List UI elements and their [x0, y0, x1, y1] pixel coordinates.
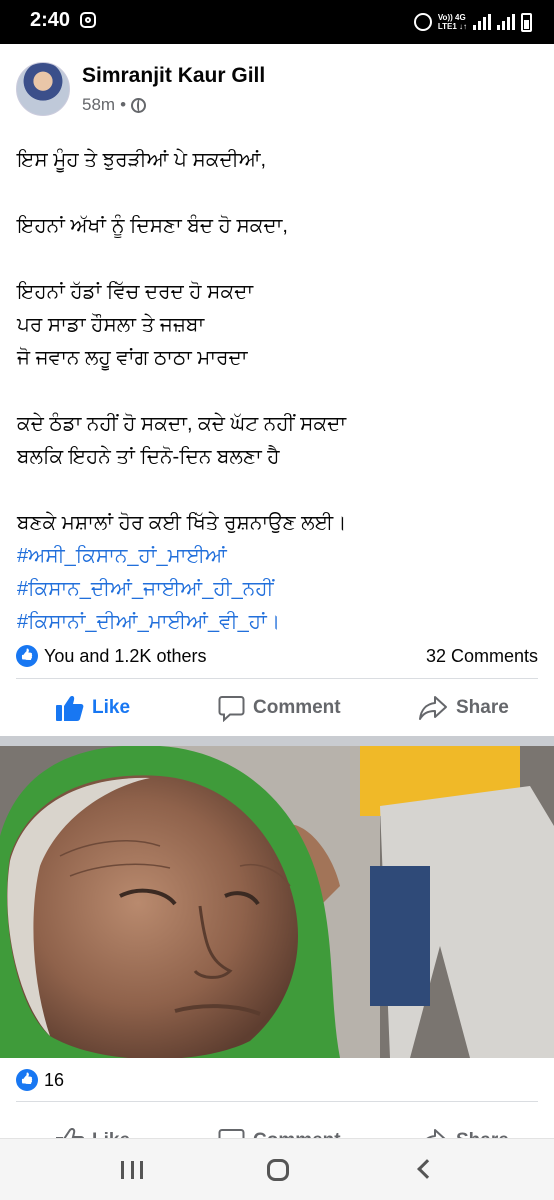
- network-line-2: LTE1 ↓↑: [437, 22, 467, 31]
- like-label: Like: [92, 697, 131, 718]
- text-line: ਕਦੇ ਠੰਡਾ ਨਹੀਂ ਹੋ ਸਕਦਾ, ਕਦੇ ਘੱਟ ਨਹੀਂ ਸਕਦਾ: [17, 413, 347, 435]
- post-actions-2: Like Comment Share: [0, 1108, 554, 1138]
- post-meta: 58m •: [82, 95, 147, 115]
- reactors-link[interactable]: You and 1.2K others: [44, 646, 206, 667]
- network-line-1: Vo)) 4G: [437, 13, 466, 22]
- comments-count-link[interactable]: 32 Comments: [426, 646, 538, 667]
- feed-separator: [0, 736, 554, 746]
- comment-button[interactable]: Comment: [218, 1116, 341, 1138]
- like-label: Like: [92, 1130, 130, 1138]
- text-line: ਬਲਕਿ ਇਹਨੇ ਤਾਂ ਦਿਨੋ-ਦਿਨ ਬਲਣਾ ਹੈ: [17, 446, 280, 468]
- share-label: Share: [456, 1130, 509, 1138]
- status-icons: Vo)) 4G LTE1 ↓↑: [413, 10, 532, 34]
- like-reaction-icon: [16, 1069, 38, 1091]
- like-button[interactable]: Like: [56, 683, 130, 733]
- stanza-3: ਇਹਨਾਂ ਹੱਡਾਂ ਵਿੱਚ ਦਰਦ ਹੋ ਸਕਦਾ ਪਰ ਸਾਡਾ ਹੌਸ…: [17, 276, 537, 375]
- signal-icon-2: [497, 14, 515, 30]
- battery-icon: [521, 12, 532, 32]
- text-line: ਪਰ ਸਾਡਾ ਹੌਸਲਾ ਤੇ ਜਜ਼ਬਾ: [17, 314, 205, 336]
- like-button[interactable]: Like: [56, 1116, 130, 1138]
- text-line: ਇਹਨਾਂ ਹੱਡਾਂ ਵਿੱਚ ਦਰਦ ਹੋ ਸਕਦਾ: [17, 281, 254, 303]
- alarm-icon: [413, 13, 432, 31]
- network-indicator: Vo)) 4G LTE1 ↓↑: [438, 13, 467, 31]
- instagram-icon: [80, 12, 96, 28]
- like-reaction-icon: [16, 645, 38, 667]
- stanza-2: ਇਹਨਾਂ ਅੱਖਾਂ ਨੂੰ ਦਿਸਣਾ ਬੰਦ ਹੋ ਸਕਦਾ,: [17, 210, 537, 243]
- text-line: ਜੋ ਜਵਾਨ ਲਹੂ ਵਾਂਗ ਠਾਠਾ ਮਾਰਦਾ: [17, 347, 248, 369]
- status-bar: 2:40 Vo)) 4G LTE1 ↓↑: [0, 0, 554, 44]
- navigation-bar: [0, 1138, 554, 1200]
- share-label: Share: [456, 697, 509, 718]
- photo-image: [0, 746, 554, 1058]
- divider: [16, 678, 538, 679]
- post-header: Simranjit Kaur Gill 58m •: [16, 62, 536, 118]
- back-icon[interactable]: [417, 1159, 437, 1179]
- avatar[interactable]: [16, 62, 70, 116]
- signal-icon: [473, 14, 491, 30]
- stanza-4: ਕਦੇ ਠੰਡਾ ਨਹੀਂ ਹੋ ਸਕਦਾ, ਕਦੇ ਘੱਟ ਨਹੀਂ ਸਕਦਾ…: [17, 408, 537, 474]
- share-icon: [426, 1129, 446, 1138]
- recents-icon[interactable]: [121, 1161, 143, 1179]
- text-line: ਇਸ ਮੂੰਹ ਤੇ ਝੁਰੜੀਆਂ ਪੇ ਸਕਦੀਆਂ,: [17, 149, 267, 171]
- post-photo[interactable]: [0, 746, 554, 1058]
- hashtag-link[interactable]: #ਕਿਸਾਨ_ਦੀਆਂ_ਜਾਈਆਂ_ਹੀ_ਨਹੀਂ: [17, 578, 274, 600]
- clock: 2:40: [30, 9, 71, 31]
- stanza-1: ਇਸ ਮੂੰਹ ਤੇ ਝੁਰੜੀਆਂ ਪੇ ਸਕਦੀਆਂ,: [17, 144, 537, 177]
- divider: [16, 1101, 538, 1102]
- post-actions: Like Comment Share: [0, 683, 554, 733]
- stanza-5: ਬਣਕੇ ਮਸ਼ਾਲਾਂ ਹੋਰ ਕਈ ਖਿੱਤੇ ਰੁਸ਼ਨਾਉਣ ਲਈ। #…: [17, 507, 537, 639]
- comment-icon: [218, 695, 245, 722]
- share-button[interactable]: Share: [418, 1116, 509, 1138]
- share-button[interactable]: Share: [418, 683, 509, 733]
- text-line: ਇਹਨਾਂ ਅੱਖਾਂ ਨੂੰ ਦਿਸਣਾ ਬੰਦ ਹੋ ਸਕਦਾ,: [17, 215, 288, 237]
- comment-label: Comment: [253, 1130, 341, 1138]
- comment-icon: [218, 1128, 245, 1138]
- author-name[interactable]: Simranjit Kaur Gill: [82, 64, 265, 88]
- text-line: ਬਣਕੇ ਮਸ਼ਾਲਾਂ ਹੋਰ ਕਈ ਖਿੱਤੇ ਰੁਸ਼ਨਾਉਣ ਲਈ।: [17, 512, 347, 534]
- post-time[interactable]: 58m: [82, 95, 115, 115]
- comment-button[interactable]: Comment: [218, 683, 341, 733]
- reaction-summary: You and 1.2K others 32 Comments: [16, 644, 538, 670]
- like-icon: [56, 1128, 84, 1138]
- reaction-count[interactable]: 16: [44, 1070, 64, 1091]
- home-icon[interactable]: [267, 1159, 289, 1181]
- post-text: ਇਸ ਮੂੰਹ ਤੇ ਝੁਰੜੀਆਂ ਪੇ ਸਕਦੀਆਂ, ਇਹਨਾਂ ਅੱਖਾ…: [17, 144, 537, 639]
- hashtag-link[interactable]: #ਕਿਸਾਨਾਂ_ਦੀਆਂ_ਮਾਈਆਂ_ਵੀ_ਹਾਂ।: [17, 611, 280, 633]
- like-icon: [56, 696, 84, 721]
- share-icon: [419, 696, 447, 720]
- comment-label: Comment: [253, 697, 341, 718]
- hashtag-link[interactable]: #ਅਸੀ_ਕਿਸਾਨ_ਹਾਂ_ਮਾਈਆਂ: [17, 545, 227, 567]
- globe-icon: [131, 97, 147, 113]
- meta-separator: •: [120, 95, 127, 114]
